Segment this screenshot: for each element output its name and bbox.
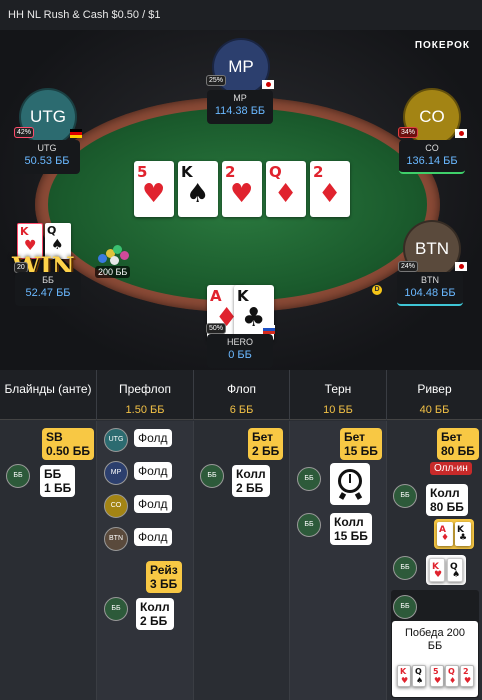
seat-btn-plate: BTN 104.48 ББ: [397, 272, 463, 306]
seat-btn-stack: 104.48 ББ: [404, 287, 456, 299]
street-header-bar: Блайнды (анте) Префлоп 1.50 ББ Флоп 6 ББ…: [0, 370, 482, 420]
seat-mp-stat-badge: 25%: [206, 75, 227, 86]
river-call-bubble: Колл 80 ББ: [426, 484, 468, 516]
street-flop: Флоп 6 ББ: [193, 370, 289, 420]
showdown-card: K ♣: [455, 522, 471, 546]
pokerok-logo: ПОКЕРОК: [414, 40, 470, 51]
flop-column: [193, 421, 289, 700]
mp-position-badge: MP: [104, 461, 128, 485]
river-bet-bubble: Бет 80 ББ: [437, 428, 479, 460]
bb-position-badge: ББ: [393, 556, 417, 580]
seat-co-name: CO: [425, 143, 439, 153]
dealer-button: D: [372, 285, 382, 295]
seat-co-plate: CO 136.14 ББ: [399, 140, 465, 174]
pot-amount: 200 ББ: [95, 266, 131, 278]
seat-hero-stat-badge: 50%: [206, 323, 227, 334]
allin-badge: Олл-ин: [430, 462, 472, 475]
blinds-column: [0, 421, 96, 700]
seat-hero-name: HERO: [226, 337, 253, 347]
street-blinds: Блайнды (анте): [4, 382, 92, 396]
winning-hand-card: 2 ♥: [460, 665, 474, 687]
seat-hero-plate: HERO 0 ББ: [207, 334, 273, 368]
board-card: 2 ♦: [310, 161, 350, 217]
seat-bb-stack: 52.47 ББ: [25, 287, 71, 299]
seat-co-stack: 136.14 ББ: [406, 155, 458, 167]
table-title: HH NL Rush & Cash $0.50 / $1: [8, 9, 161, 21]
pot-chips-icon: [98, 245, 132, 265]
hero-showdown-bubble: A ♦ K ♣: [434, 519, 474, 549]
seat-mp-plate: MP 114.38 ББ: [207, 90, 273, 124]
flop-bet-bubble: Бет 2 ББ: [248, 428, 284, 460]
bb-showdown-bubble: K ♥ Q ♠: [426, 555, 466, 585]
bb-position-badge: ББ: [297, 513, 321, 537]
turn-timer-bubble: [330, 463, 370, 505]
bb-position-badge: ББ: [200, 464, 224, 488]
japan-flag-icon: [455, 129, 467, 138]
showdown-card: Q ♠: [447, 558, 463, 582]
co-position-badge: CO: [104, 494, 128, 518]
board-card: Q ♦: [266, 161, 306, 217]
street-turn: Терн 10 ББ: [289, 370, 386, 420]
seat-utg-stack: 50.53 ББ: [24, 155, 70, 167]
seat-bb-name: ББ: [42, 275, 54, 285]
germany-flag-icon: [70, 129, 82, 138]
winning-hand-card: 5 ♥: [430, 665, 444, 687]
co-fold-bubble: Фолд: [134, 495, 172, 513]
seat-mp-stack: 114.38 ББ: [214, 105, 266, 117]
japan-flag-icon: [262, 80, 274, 89]
winning-hand-card: K ♥: [397, 665, 411, 687]
utg-position-badge: UTG: [104, 428, 128, 452]
seat-hero-stack: 0 ББ: [228, 349, 252, 361]
flop-call-bubble: Колл 2 ББ: [232, 465, 270, 497]
board-card: K ♠: [178, 161, 218, 217]
board-card: 5 ♥: [134, 161, 174, 217]
bb-position-badge: ББ: [393, 595, 417, 619]
board-card: 2 ♥: [222, 161, 262, 217]
street-river: Ривер 40 ББ: [386, 370, 482, 420]
russia-flag-icon: [263, 325, 275, 334]
bb-post-bubble: ББ 1 ББ: [40, 465, 76, 497]
btn-position-badge: BTN: [104, 527, 128, 551]
seat-utg-plate: UTG 50.53 ББ: [14, 140, 80, 174]
bb-position-badge: ББ: [104, 597, 128, 621]
winner-text: Победа 200 ББ: [404, 627, 466, 652]
seat-utg-name: UTG: [37, 143, 57, 153]
raise-bubble: Рейз 3 ББ: [146, 561, 182, 593]
showdown-card: K ♥: [429, 558, 445, 582]
winner-box: ББ Победа 200 ББ K ♥ Q ♠ 5 ♥ Q ♦ 2 ♥: [391, 590, 479, 698]
sb-post-bubble: SB 0.50 ББ: [42, 428, 94, 460]
seat-bb-plate: ББ 52.47 ББ: [15, 272, 81, 306]
street-preflop: Префлоп 1.50 ББ: [96, 370, 193, 420]
winning-hand-card: Q ♠: [412, 665, 426, 687]
seat-co-stat-badge: 34%: [398, 127, 419, 138]
bb-position-badge: ББ: [297, 467, 321, 491]
seat-mp-name: MP: [233, 93, 247, 103]
bb-position-badge: ББ: [393, 484, 417, 508]
poker-table-area: ПОКЕРОК MP 25% MP 114.38 ББ UTG 42% UTG …: [0, 30, 482, 370]
mp-fold-bubble: Фолд: [134, 462, 172, 480]
seat-utg-stat-badge: 42%: [14, 127, 35, 138]
japan-flag-icon: [455, 262, 467, 271]
bb-position-badge: ББ: [6, 464, 30, 488]
turn-bet-bubble: Бет 15 ББ: [340, 428, 382, 460]
showdown-card: A ♦: [437, 522, 453, 546]
winner-panel: Победа 200 ББ K ♥ Q ♠ 5 ♥ Q ♦ 2 ♥: [392, 621, 478, 697]
seat-btn-name: BTN: [421, 275, 439, 285]
bb-call-bubble: Колл 2 ББ: [136, 598, 174, 630]
seat-btn-stat-badge: 24%: [398, 261, 419, 272]
title-bar: HH NL Rush & Cash $0.50 / $1: [0, 0, 482, 30]
winning-hand-card: Q ♦: [445, 665, 459, 687]
utg-fold-bubble: Фолд: [134, 429, 172, 447]
btn-fold-bubble: Фолд: [134, 528, 172, 546]
turn-call-bubble: Колл 15 ББ: [330, 513, 372, 545]
